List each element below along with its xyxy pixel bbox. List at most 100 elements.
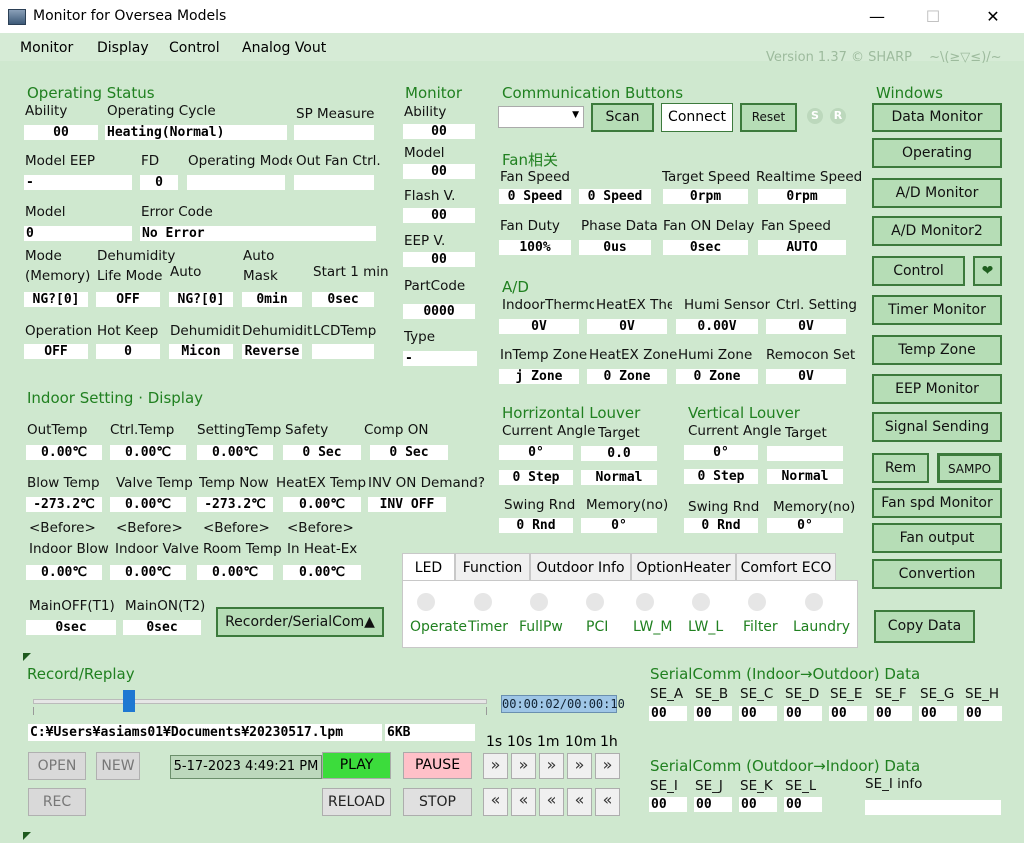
eep-monitor-button[interactable]: EEP Monitor: [872, 374, 1002, 404]
rec-button[interactable]: REC: [28, 788, 86, 816]
control-button[interactable]: Control: [872, 256, 965, 286]
partcode-value: 0000: [403, 304, 475, 319]
reset-button[interactable]: Reset: [740, 103, 797, 132]
filter-led-icon: [748, 593, 766, 611]
h-mode-value: Normal: [581, 470, 657, 485]
back-1s-button[interactable]: «: [483, 788, 508, 816]
realtime-speed-value: 0rpm: [758, 189, 846, 204]
windows-title: Windows: [876, 84, 943, 102]
led-label-operate: Operate: [410, 619, 467, 635]
play-button[interactable]: PLAY: [322, 752, 391, 779]
v-louver-title: Vertical Louver: [688, 404, 800, 422]
forward-10s-button[interactable]: »: [511, 753, 536, 779]
heatex-zone-value: 0 Zone: [587, 369, 667, 384]
heart-button[interactable]: ❤: [973, 256, 1002, 286]
led-panel: [402, 580, 858, 648]
timer-led-icon: [474, 593, 492, 611]
opmode-value: [187, 175, 285, 190]
reload-button[interactable]: RELOAD: [322, 788, 391, 816]
minimize-button[interactable]: —: [854, 0, 900, 33]
automask-mask-label: Mask: [243, 268, 278, 284]
close-button[interactable]: ✕: [970, 0, 1016, 33]
mon-model-value: 00: [403, 164, 475, 179]
forward-1h-button[interactable]: »: [595, 753, 620, 779]
operate-led-icon: [417, 593, 435, 611]
tab-led[interactable]: LED: [402, 553, 455, 581]
heatex-therm-label: HeatEX Therm: [596, 297, 672, 313]
sampo-button[interactable]: SAMPO: [937, 453, 1002, 483]
v-angle-value: 0°: [684, 445, 758, 460]
back-1m-button[interactable]: «: [539, 788, 564, 816]
pause-button[interactable]: PAUSE: [403, 752, 472, 779]
open-button[interactable]: OPEN: [28, 752, 86, 780]
stop-button[interactable]: STOP: [403, 788, 472, 816]
operation-value: OFF: [24, 344, 88, 359]
mon-eep-value: 00: [403, 252, 475, 267]
operation-label: Operation: [25, 323, 93, 339]
flash-label: Flash V.: [404, 188, 456, 204]
recorder-serialcom-button[interactable]: Recorder/SerialCom▲: [216, 607, 384, 637]
maximize-button[interactable]: ☐: [910, 0, 956, 33]
back-1h-button[interactable]: «: [595, 788, 620, 816]
tab-optionheater[interactable]: OptionHeater: [631, 553, 736, 581]
led-label-lw-l: LW_L: [688, 619, 724, 635]
fan-spd-monitor-button[interactable]: Fan spd Monitor: [872, 488, 1002, 518]
back-10m-button[interactable]: «: [567, 788, 592, 816]
dehumid2-label: Dehumidit: [242, 323, 312, 339]
convertion-button[interactable]: Convertion: [872, 559, 1002, 589]
settemp-value: 0.00℃: [197, 445, 273, 460]
forward-1m-button[interactable]: »: [539, 753, 564, 779]
menu-display[interactable]: Display: [97, 40, 149, 56]
fan-output-button[interactable]: Fan output: [872, 523, 1002, 553]
h-angle-label: Current Angle: [502, 423, 596, 439]
in-heatex-value: 0.00℃: [283, 565, 361, 580]
inv-value: INV OFF: [368, 497, 446, 512]
temp-zone-button[interactable]: Temp Zone: [872, 335, 1002, 365]
version-label: Version 1.37 © SHARP ~\(≥▽≤)/~: [766, 50, 1002, 65]
tab-outdoor-info[interactable]: Outdoor Info: [530, 553, 631, 581]
inv-label: INV ON Demand?: [368, 475, 486, 491]
serial-io-label: SE_F: [875, 686, 907, 702]
ability-value: 00: [24, 125, 98, 140]
data-monitor-button[interactable]: Data Monitor: [872, 103, 1002, 132]
tab-comfort-eco[interactable]: Comfort ECO: [736, 553, 836, 581]
slider-ticks: [33, 707, 487, 715]
type-value: -: [403, 351, 477, 366]
back-10s-button[interactable]: «: [511, 788, 536, 816]
signal-sending-button[interactable]: Signal Sending: [872, 412, 1002, 442]
mode-value: NG?[0]: [24, 292, 88, 307]
title-bar: Monitor for Oversea Models — ☐ ✕: [0, 0, 1024, 33]
ad-monitor2-button[interactable]: A/D Monitor2: [872, 216, 1002, 246]
fan-duty-label: Fan Duty: [500, 218, 560, 234]
led-label-laundry: Laundry: [793, 619, 851, 635]
serial-io-label: SE_G: [920, 686, 955, 702]
menu-monitor[interactable]: Monitor: [20, 40, 73, 56]
v-target-label: Target: [785, 425, 827, 441]
port-select[interactable]: ▼: [498, 106, 584, 128]
timer-monitor-button[interactable]: Timer Monitor: [872, 295, 1002, 325]
new-button[interactable]: NEW: [96, 752, 140, 780]
corner-marker-icon: [23, 653, 31, 661]
forward-1s-button[interactable]: »: [483, 753, 508, 779]
connect-button[interactable]: Connect: [661, 103, 733, 132]
room-temp-value: 0.00℃: [197, 565, 273, 580]
ad-monitor-button[interactable]: A/D Monitor: [872, 178, 1002, 208]
flash-value: 00: [403, 208, 475, 223]
indoor-valve-value: 0.00℃: [110, 565, 186, 580]
v-swing-label: Swing Rnd: [688, 499, 760, 515]
v-mode-value: Normal: [767, 469, 843, 484]
menu-analog-vout[interactable]: Analog Vout: [242, 40, 326, 56]
type-label: Type: [404, 329, 436, 345]
window-title: Monitor for Oversea Models: [33, 8, 227, 24]
rem-button[interactable]: Rem: [872, 453, 929, 483]
scan-button[interactable]: Scan: [591, 103, 654, 132]
forward-10m-button[interactable]: »: [567, 753, 592, 779]
operating-button[interactable]: Operating: [872, 138, 1002, 168]
replay-slider-track[interactable]: [33, 699, 487, 704]
tab-function[interactable]: Function: [455, 553, 530, 581]
hotkeep-label: Hot Keep: [97, 323, 159, 339]
realtime-speed-label: Realtime Speed: [756, 169, 863, 185]
serial-oi-label: SE_I: [650, 778, 678, 794]
copy-data-button[interactable]: Copy Data: [874, 610, 975, 643]
menu-control[interactable]: Control: [169, 40, 220, 56]
